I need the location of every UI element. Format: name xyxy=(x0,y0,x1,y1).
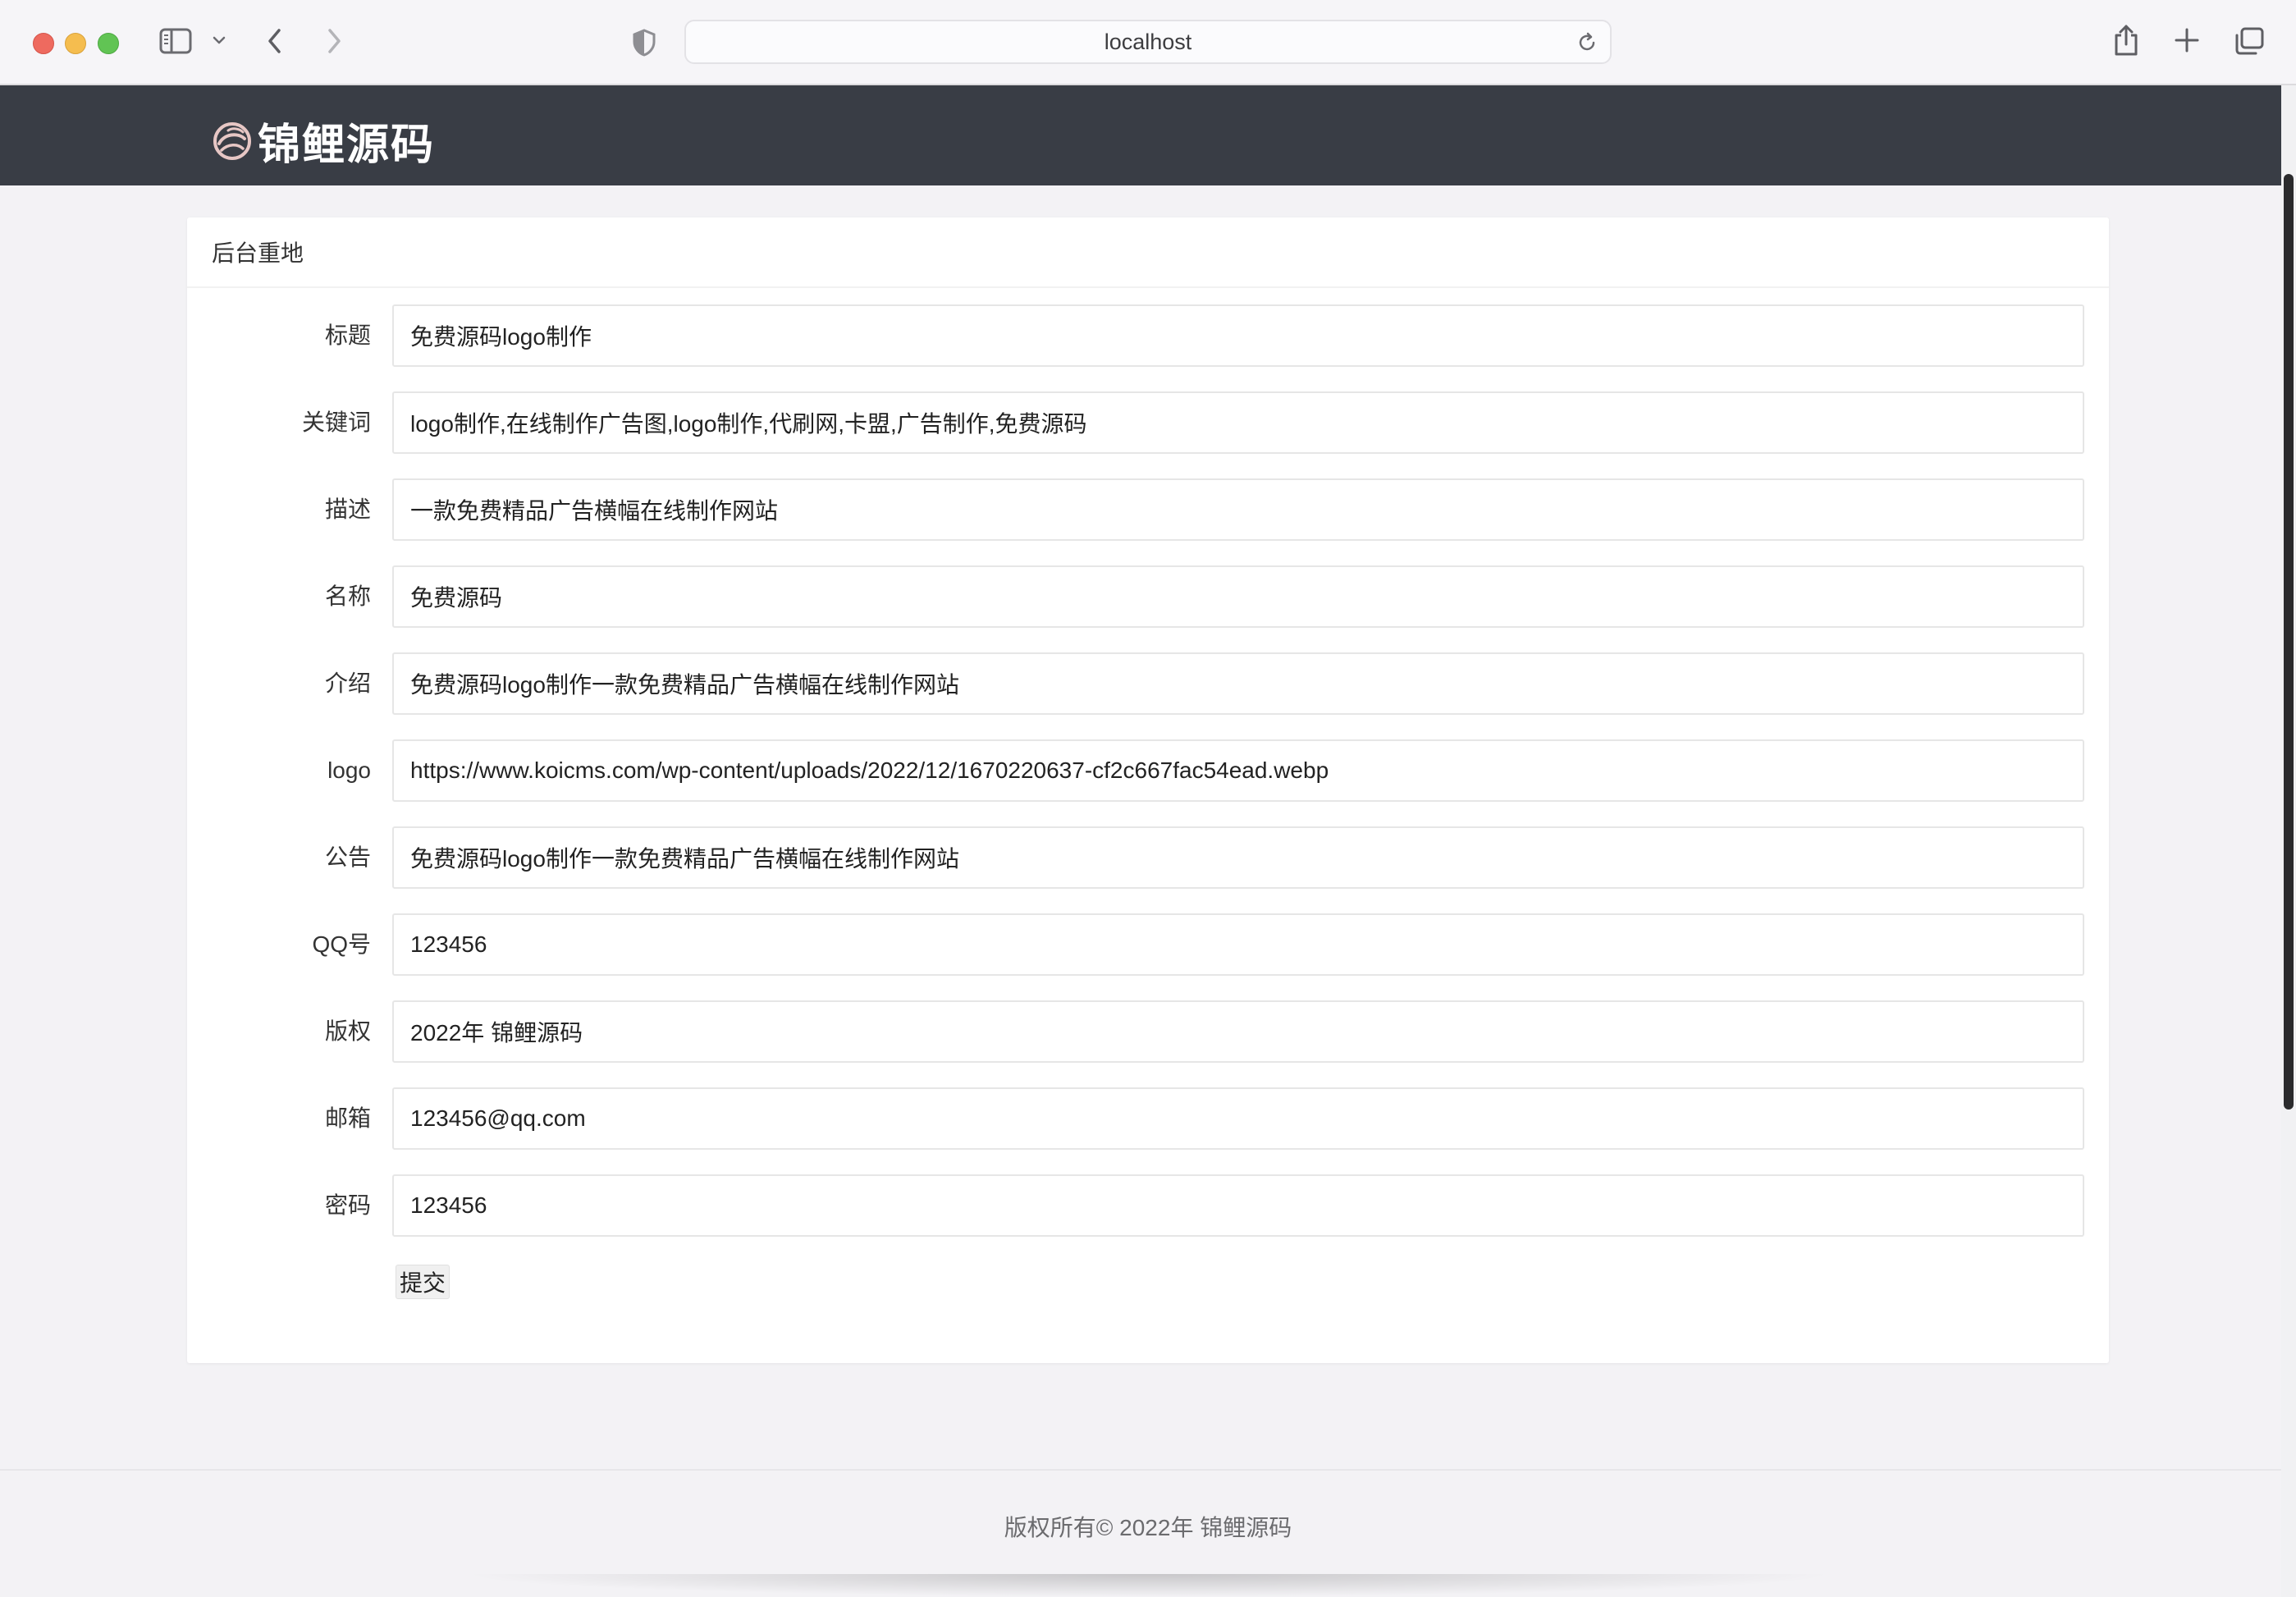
minimize-window-button[interactable] xyxy=(65,33,86,54)
copyright-input[interactable] xyxy=(392,1000,2084,1063)
form-row-title: 标题 xyxy=(187,304,2109,367)
address-bar[interactable]: localhost xyxy=(684,20,1612,64)
url-text: localhost xyxy=(1104,29,1192,54)
logo-url-input[interactable] xyxy=(392,739,2084,802)
field-label: 关键词 xyxy=(301,410,371,435)
form-row-keywords: 关键词 xyxy=(187,391,2109,454)
description-input[interactable] xyxy=(392,478,2084,541)
new-tab-plus-icon[interactable] xyxy=(2173,26,2201,54)
close-window-button[interactable] xyxy=(33,33,54,54)
browser-toolbar: localhost xyxy=(0,0,2296,85)
field-label: 标题 xyxy=(324,323,371,348)
keywords-input[interactable] xyxy=(392,391,2084,454)
field-label: 密码 xyxy=(324,1192,371,1218)
form-row-copyright: 版权 xyxy=(187,1000,2109,1063)
field-label: 描述 xyxy=(324,496,371,522)
share-icon[interactable] xyxy=(2112,23,2140,57)
footer-copyright: 版权所有© 2022年 锦鲤源码 xyxy=(1004,1515,1292,1540)
form-row-description: 描述 xyxy=(187,478,2109,541)
submit-button[interactable]: 提交 xyxy=(396,1265,451,1299)
form-row-name: 名称 xyxy=(187,565,2109,628)
site-header: 锦鲤源码 xyxy=(0,85,2281,185)
field-label: 邮箱 xyxy=(324,1105,371,1131)
password-input[interactable] xyxy=(392,1174,2084,1237)
field-label: 公告 xyxy=(324,844,371,870)
field-label: 版权 xyxy=(324,1018,371,1044)
footer-divider xyxy=(0,1469,2281,1471)
chevron-down-icon[interactable] xyxy=(212,34,226,46)
scrollbar-thumb[interactable] xyxy=(2284,174,2294,1110)
brand[interactable]: 锦鲤源码 xyxy=(212,110,435,172)
page-scrollbar[interactable] xyxy=(2281,85,2296,1597)
tabs-overview-icon[interactable] xyxy=(2234,26,2265,56)
field-label: QQ号 xyxy=(312,931,371,957)
form-row-email: 邮箱 xyxy=(187,1087,2109,1150)
announcement-input[interactable] xyxy=(392,826,2084,889)
sidebar-toggle-icon[interactable] xyxy=(159,28,192,54)
title-input[interactable] xyxy=(392,304,2084,367)
settings-card: 后台重地 标题 关键词 描述 名称 介绍 logo 公告 QQ号 版权 邮箱 密… xyxy=(187,217,2109,1363)
form-row-logo: logo xyxy=(187,739,2109,802)
field-label: 介绍 xyxy=(324,670,371,696)
card-title: 后台重地 xyxy=(187,217,2109,288)
shield-icon[interactable] xyxy=(632,28,656,57)
koi-logo-icon xyxy=(213,121,251,160)
reload-icon[interactable] xyxy=(1576,31,1599,58)
window-bottom-shadow xyxy=(460,1574,1838,1597)
field-label: logo xyxy=(327,757,371,783)
field-label: 名称 xyxy=(324,583,371,609)
email-input[interactable] xyxy=(392,1087,2084,1150)
brand-name: 锦鲤源码 xyxy=(258,121,436,169)
qq-input[interactable] xyxy=(392,913,2084,976)
forward-arrow-icon[interactable] xyxy=(323,26,345,56)
back-arrow-icon[interactable] xyxy=(264,26,286,56)
form-row-qq: QQ号 xyxy=(187,913,2109,976)
form-row-password: 密码 xyxy=(187,1174,2109,1237)
form-row-announcement: 公告 xyxy=(187,826,2109,889)
form-row-intro: 介绍 xyxy=(187,652,2109,715)
name-input[interactable] xyxy=(392,565,2084,628)
intro-input[interactable] xyxy=(392,652,2084,715)
zoom-window-button[interactable] xyxy=(98,33,119,54)
